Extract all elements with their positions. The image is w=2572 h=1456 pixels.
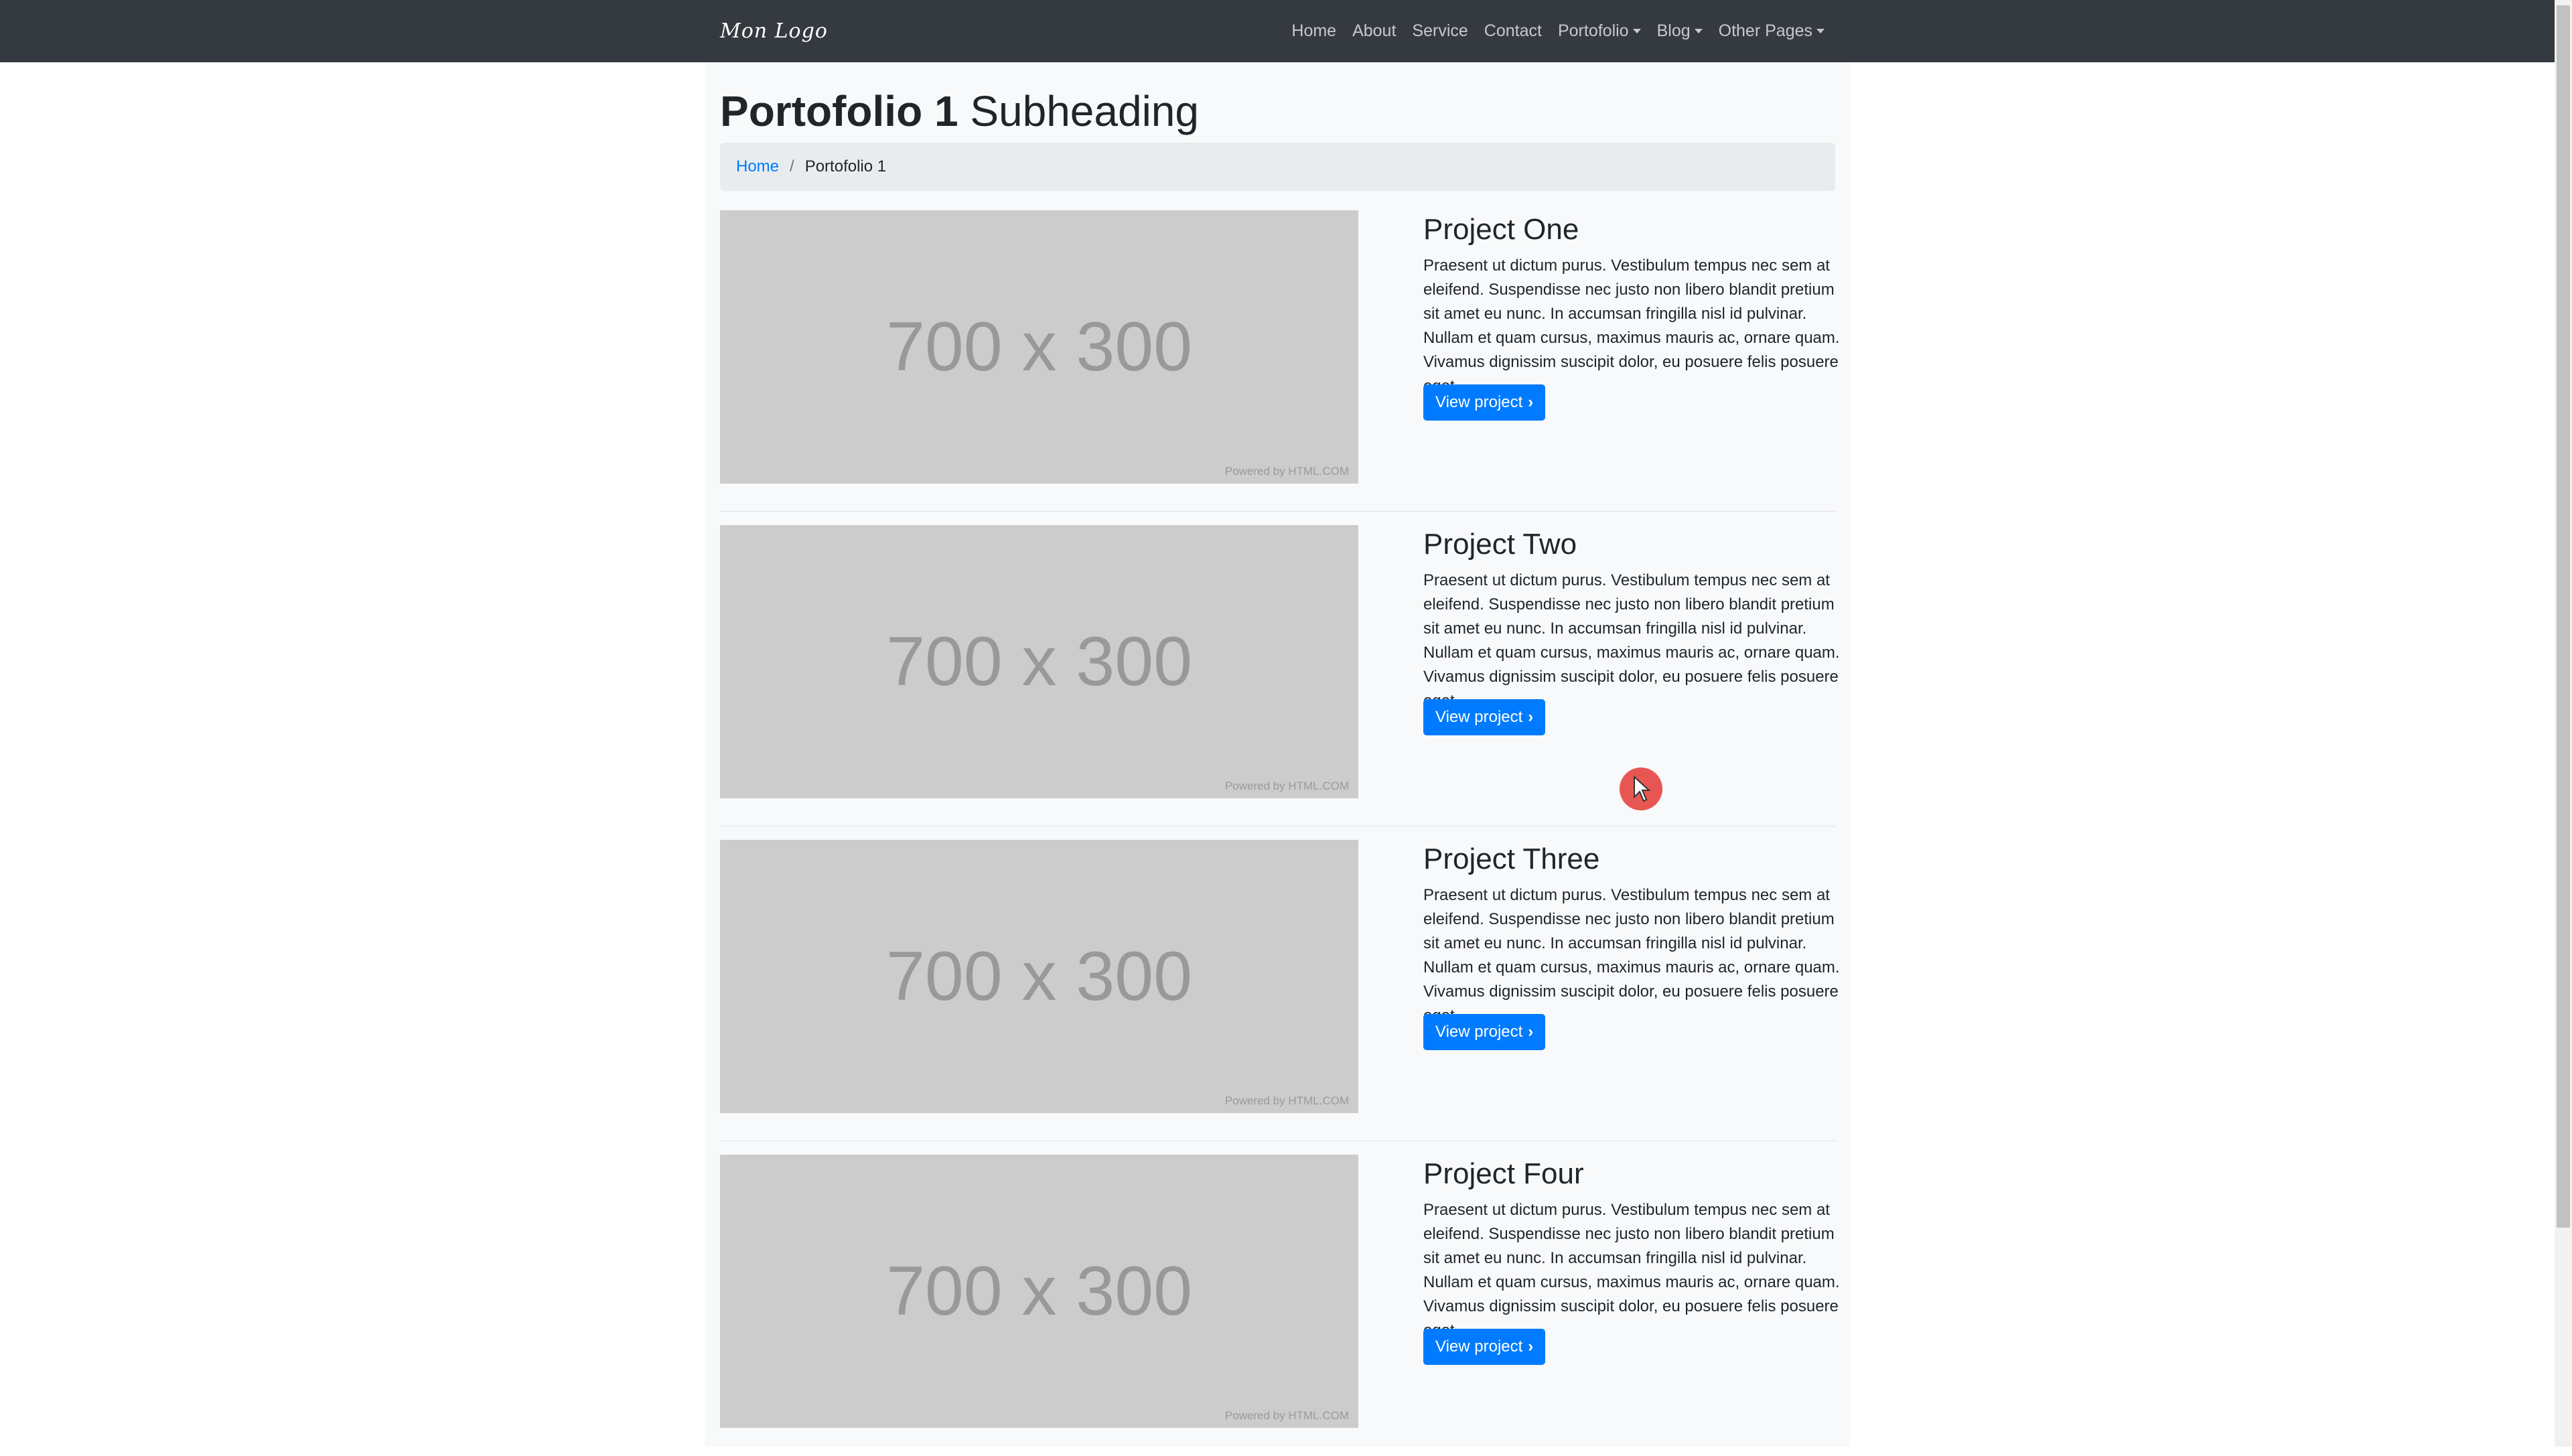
project-description: Praesent ut dictum purus. Vestibulum tem… <box>1423 1201 1840 1339</box>
placeholder-credit: Powered by HTML.COM <box>1224 1409 1349 1422</box>
placeholder-size-label: 700 x 300 <box>886 1252 1192 1330</box>
project-item: 700 x 300 Powered by HTML.COM Project Tw… <box>720 525 1840 826</box>
divider <box>720 511 1835 512</box>
placeholder-size-label: 700 x 300 <box>886 937 1192 1015</box>
chevron-right-icon: › <box>1528 393 1534 411</box>
project-body: Project Two Praesent ut dictum purus. Ve… <box>1423 525 1852 735</box>
nav-link-label: Portofolio <box>1557 21 1629 40</box>
nav-link-service[interactable]: Service <box>1412 21 1468 41</box>
project-item: 700 x 300 Powered by HTML.COM Project On… <box>720 210 1840 512</box>
page-title-text: Portofolio 1 <box>720 87 958 135</box>
view-project-button[interactable]: View project › <box>1423 1014 1546 1050</box>
caret-down-icon <box>1632 29 1641 33</box>
project-image[interactable]: 700 x 300 Powered by HTML.COM <box>720 840 1358 1113</box>
button-label: View project <box>1435 1337 1523 1356</box>
page-subheading: Subheading <box>970 87 1199 135</box>
view-project-button[interactable]: View project › <box>1423 1329 1546 1365</box>
nav-link-label: Other Pages <box>1718 21 1812 40</box>
button-label: View project <box>1435 393 1523 411</box>
caret-down-icon <box>1816 29 1825 33</box>
brand-logo[interactable]: Mon Logo <box>720 0 828 62</box>
breadcrumb-home-link[interactable]: Home <box>736 157 779 176</box>
nav-link-label: Home <box>1291 21 1337 40</box>
vertical-scrollbar[interactable] <box>2555 0 2572 1447</box>
button-label: View project <box>1435 708 1523 726</box>
chevron-right-icon: › <box>1528 1337 1534 1356</box>
project-description: Praesent ut dictum purus. Vestibulum tem… <box>1423 257 1840 395</box>
nav-link-label: Service <box>1412 21 1468 40</box>
caret-down-icon <box>1694 29 1703 33</box>
breadcrumb-separator: / <box>790 157 794 175</box>
scrollbar-thumb[interactable] <box>2557 5 2570 1228</box>
nav-dropdown-portofolio[interactable]: Portofolio <box>1558 21 1641 41</box>
button-label: View project <box>1435 1023 1523 1041</box>
placeholder-credit: Powered by HTML.COM <box>1224 780 1349 792</box>
nav-link-home[interactable]: Home <box>1291 21 1336 41</box>
project-description: Praesent ut dictum purus. Vestibulum tem… <box>1423 886 1840 1025</box>
project-body: Project Three Praesent ut dictum purus. … <box>1423 840 1852 1050</box>
project-item: 700 x 300 Powered by HTML.COM Project Fo… <box>720 1155 1840 1456</box>
placeholder-size-label: 700 x 300 <box>886 622 1192 701</box>
project-body: Project Four Praesent ut dictum purus. V… <box>1423 1155 1852 1365</box>
nav-link-label: About <box>1352 21 1397 40</box>
project-image[interactable]: 700 x 300 Powered by HTML.COM <box>720 210 1358 484</box>
project-description: Praesent ut dictum purus. Vestibulum tem… <box>1423 571 1840 710</box>
nav-dropdown-blog[interactable]: Blog <box>1657 21 1703 41</box>
nav-link-contact[interactable]: Contact <box>1484 21 1542 41</box>
placeholder-size-label: 700 x 300 <box>886 307 1192 386</box>
top-navbar: Mon Logo Home About Service Contact Port… <box>0 0 2555 62</box>
view-project-button[interactable]: View project › <box>1423 699 1546 735</box>
nav-links: Home About Service Contact Portofolio Bl… <box>1275 0 1825 62</box>
project-body: Project One Praesent ut dictum purus. Ve… <box>1423 210 1852 421</box>
main-container: Portofolio 1 Subheading Home / Portofoli… <box>705 62 1850 1447</box>
project-title: Project Four <box>1423 1157 1584 1190</box>
placeholder-credit: Powered by HTML.COM <box>1224 1094 1349 1107</box>
breadcrumb: Home / Portofolio 1 <box>720 143 1835 191</box>
project-item: 700 x 300 Powered by HTML.COM Project Th… <box>720 840 1840 1141</box>
nav-link-about[interactable]: About <box>1352 21 1396 41</box>
project-title: Project One <box>1423 213 1579 246</box>
view-project-button[interactable]: View project › <box>1423 384 1546 421</box>
breadcrumb-current: Portofolio 1 <box>804 157 887 175</box>
placeholder-credit: Powered by HTML.COM <box>1224 465 1349 478</box>
project-title: Project Three <box>1423 843 1600 875</box>
project-title: Project Two <box>1423 528 1577 561</box>
nav-link-label: Contact <box>1484 21 1542 40</box>
project-image[interactable]: 700 x 300 Powered by HTML.COM <box>720 525 1358 798</box>
chevron-right-icon: › <box>1528 1023 1534 1041</box>
page-title: Portofolio 1 Subheading <box>720 86 1199 136</box>
nav-dropdown-other-pages[interactable]: Other Pages <box>1719 21 1825 41</box>
nav-link-label: Blog <box>1656 21 1691 40</box>
project-image[interactable]: 700 x 300 Powered by HTML.COM <box>720 1155 1358 1428</box>
cursor-arrow-icon <box>1634 776 1651 802</box>
mouse-cursor-indicator <box>1620 768 1662 810</box>
chevron-right-icon: › <box>1528 708 1534 726</box>
